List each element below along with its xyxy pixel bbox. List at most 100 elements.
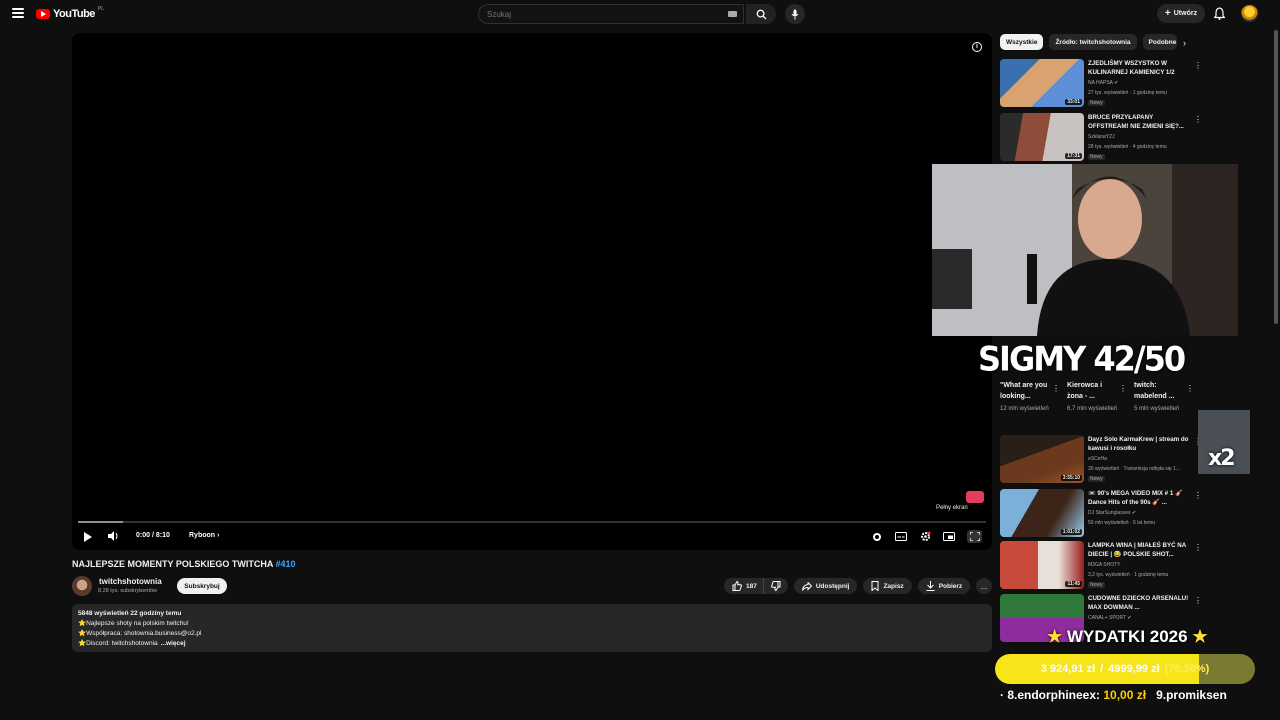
chapter-label: Ryboon <box>189 532 216 539</box>
info-icon[interactable]: i <box>972 42 982 52</box>
subscriber-count: 8,28 tys. subskrybentów <box>98 588 158 594</box>
recommended-video[interactable]: 33:01 ZJEDLIŚMY WSZYSTKO W KULINARNEJ KA… <box>1000 59 1202 107</box>
short-title: twitch: mabelend ... <box>1134 382 1175 400</box>
kebab-menu-icon[interactable]: ⋮ <box>1194 61 1202 70</box>
video-thumbnail: 1:01:02 <box>1000 489 1084 537</box>
youtube-logo[interactable]: YouTube PL <box>36 6 105 20</box>
channel-name: SzklanaYZJ <box>1088 134 1115 140</box>
short-views: 5 mln wyświetleń <box>1134 406 1180 412</box>
video-meta: 27 tys. wyświetleń · 1 godzinę temu <box>1088 90 1167 96</box>
goal-title-text: WYDATKI 2026 <box>1066 627 1188 646</box>
recommended-video[interactable]: 3:55:10 Dayz Solo KarmaKrew | stream do … <box>1000 435 1202 483</box>
new-badge: Nowy <box>1088 100 1105 106</box>
download-icon <box>926 581 935 591</box>
save-button[interactable]: Zapisz <box>863 578 912 594</box>
search-button[interactable] <box>746 4 776 24</box>
goal-title: ★ WYDATKI 2026 ★ <box>1047 627 1208 647</box>
webcam-image <box>932 164 1238 336</box>
chip-from-channel[interactable]: Źródło: twitchshotownia <box>1049 34 1137 50</box>
volume-icon[interactable] <box>108 531 119 543</box>
chevron-right-icon[interactable]: › <box>1183 38 1186 48</box>
goal-target: 4999,99 zł <box>1108 663 1160 675</box>
right-controls <box>871 530 982 543</box>
progress-buffered <box>78 521 124 523</box>
donation-ticker: · 8.endorphineex: 10,00 zł 9.promiksen <box>1000 688 1260 702</box>
plus-icon: + <box>1164 8 1171 19</box>
kebab-menu-icon[interactable]: ⋮ <box>1194 115 1202 124</box>
recommended-video[interactable]: 17:31 BRUCE PRZYŁAPANY OFFSTREAM! NIE ZM… <box>1000 113 1202 161</box>
channel-name[interactable]: twitchshotownia <box>99 577 162 586</box>
description-line-text: ⭐Discord: twitchshotownia <box>78 640 158 647</box>
voice-search-button[interactable] <box>785 4 805 24</box>
kebab-menu-icon[interactable]: ⋮ <box>1194 596 1202 605</box>
chapter-button[interactable]: Ryboon › <box>189 532 219 539</box>
search-input[interactable] <box>487 9 717 19</box>
more-actions-button[interactable]: ... <box>976 578 992 594</box>
duration-badge: 17:31 <box>1065 153 1082 159</box>
new-badge: Nowy <box>1088 154 1105 160</box>
video-meta: 30 wyświetleń · Transmisja odbyła się 1.… <box>1088 466 1180 472</box>
subtitles-icon[interactable] <box>895 531 907 542</box>
autoplay-toggle[interactable] <box>871 531 883 542</box>
show-more-link[interactable]: ...więcej <box>161 640 186 647</box>
kebab-menu-icon[interactable]: ⋮ <box>1186 384 1194 393</box>
ticker-name: 9.promiksen <box>1156 688 1227 702</box>
logo-country: PL <box>97 6 105 12</box>
video-title: ZJEDLIŚMY WSZYSTKO W KULINARNEJ KAMIENIC… <box>1088 60 1175 76</box>
new-badge: Nowy <box>1088 582 1105 588</box>
short-item[interactable]: twitch: mabelend ... 5 mln wyświetleń ⋮ <box>1134 380 1200 415</box>
like-button[interactable]: 187 <box>724 578 763 594</box>
video-title-text: NAJLEPSZE MOMENTY POLSKIEGO TWITCHA <box>72 559 274 569</box>
view-stats: 5848 wyświetleń 22 godziny temu <box>78 610 182 617</box>
recommended-video[interactable]: 1:01:02 📼 90's MEGA VIDEO MIX # 1 🎸 Danc… <box>1000 489 1202 537</box>
notifications-bell-icon[interactable] <box>1214 7 1225 20</box>
settings-gear-icon[interactable] <box>919 531 931 542</box>
video-title: LAMPKA WINA | MIAŁEŚ BYĆ NA DIECIE | 😂 P… <box>1088 542 1186 558</box>
streamer-webcam-overlay <box>932 164 1238 336</box>
short-views: 12 mln wyświetleń <box>1000 406 1049 412</box>
fullscreen-icon[interactable] <box>967 530 982 543</box>
short-item[interactable]: Kierowca i żona - ... 6,7 mln wyświetleń… <box>1067 380 1133 415</box>
channel-avatar[interactable] <box>72 576 92 596</box>
menu-icon[interactable] <box>12 8 24 18</box>
user-avatar[interactable] <box>1241 5 1258 22</box>
progress-bar[interactable] <box>78 521 986 523</box>
video-title: BRUCE PRZYŁAPANY OFFSTREAM! NIE ZMIENI S… <box>1088 114 1184 130</box>
share-label: Udostępnij <box>815 582 850 590</box>
video-player[interactable]: i Pełny ekran 0:00 / 8:10 Ryboon › <box>72 33 992 550</box>
kebab-menu-icon[interactable]: ⋮ <box>1194 491 1202 500</box>
page-scrollbar[interactable] <box>1274 30 1278 324</box>
subscribe-button[interactable]: Subskrybuj <box>177 578 227 594</box>
video-thumbnail: 17:31 <box>1000 113 1084 161</box>
short-item[interactable]: "What are you looking... 12 mln wyświetl… <box>1000 380 1066 415</box>
bookmark-icon <box>871 581 879 591</box>
chip-all[interactable]: Wszystkie <box>1000 34 1044 50</box>
channel-name: eSCeHa <box>1088 456 1107 462</box>
download-button[interactable]: Pobierz <box>917 578 971 594</box>
top-bar: YouTube PL + Utwórz <box>0 0 1280 28</box>
chip-related[interactable]: Podobne <box>1142 34 1177 50</box>
create-button[interactable]: + Utwórz <box>1157 4 1205 23</box>
goal-percent: (78.50%) <box>1164 663 1210 675</box>
kebab-menu-icon[interactable]: ⋮ <box>1119 384 1127 393</box>
video-thumbnail: 33:01 <box>1000 59 1084 107</box>
duration-badge: 3:55:10 <box>1060 475 1082 481</box>
filter-chips: Wszystkie Źródło: twitchshotownia Podobn… <box>1000 34 1177 50</box>
recommended-video[interactable]: 11:45 LAMPKA WINA | MIAŁEŚ BYĆ NA DIECIE… <box>1000 541 1202 589</box>
goal-current: 3 924,91 zł <box>1040 663 1096 675</box>
share-icon <box>801 581 812 591</box>
share-button[interactable]: Udostępnij <box>793 578 858 594</box>
miniplayer-icon[interactable] <box>943 531 955 542</box>
kebab-menu-icon[interactable]: ⋮ <box>1052 384 1060 393</box>
keyboard-icon[interactable] <box>728 11 737 17</box>
video-thumbnail: 11:45 <box>1000 541 1084 589</box>
play-icon[interactable] <box>84 532 92 542</box>
star-icon: ★ <box>1047 627 1063 646</box>
dislike-button[interactable] <box>762 578 788 594</box>
star-icon: ★ <box>1192 627 1208 646</box>
goal-progress-text: 3 924,91 zł / 4999,99 zł (78.50%) <box>995 654 1255 684</box>
description-box[interactable]: 5848 wyświetleń 22 godziny temu ⭐Najleps… <box>72 604 992 652</box>
video-hashtag[interactable]: #410 <box>276 559 296 569</box>
search-icon <box>756 9 767 20</box>
kebab-menu-icon[interactable]: ⋮ <box>1194 543 1202 552</box>
